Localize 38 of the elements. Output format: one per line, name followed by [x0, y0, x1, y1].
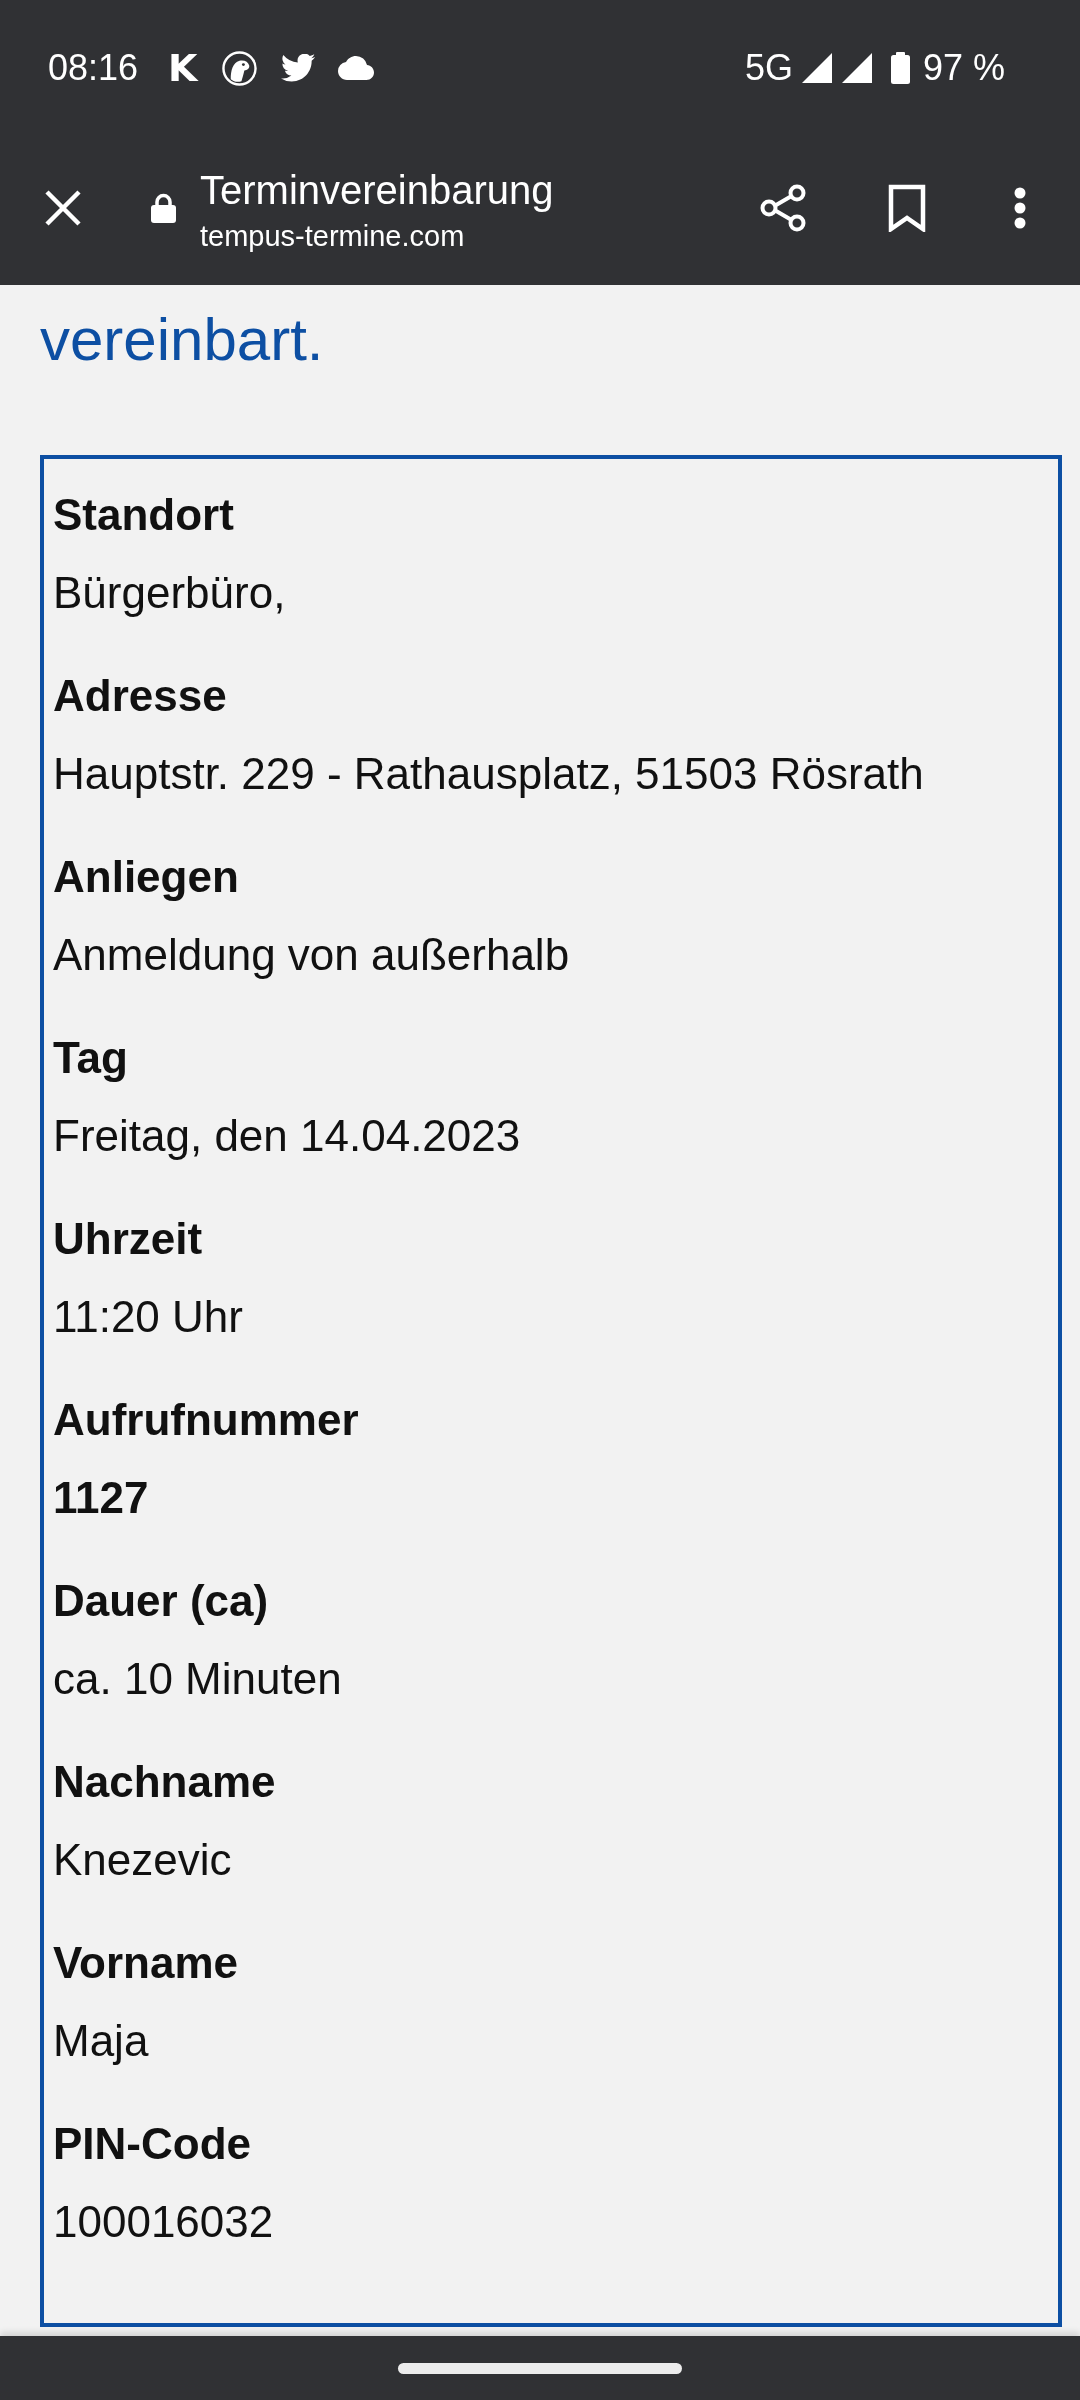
detail-label: Anliegen [53, 851, 239, 903]
signal-icon [841, 53, 872, 83]
bird-icon [280, 54, 316, 82]
detail-value: Bürgerbüro, [53, 567, 286, 619]
detail-value: Hauptstr. 229 - Rathausplatz, 51503 Rösrath [53, 748, 924, 800]
share-icon [759, 183, 807, 232]
cloud-icon [337, 56, 374, 80]
detail-value: 1127 [53, 1472, 149, 1524]
status-time: 08:16 [48, 47, 139, 89]
detail-value: ca. 10 Minuten [53, 1653, 342, 1705]
detail-value: Anmeldung von außerhalb [53, 929, 570, 981]
detail-label: Uhrzeit [53, 1213, 203, 1265]
detail-label: Nachname [53, 1756, 276, 1808]
app-logo: K [168, 48, 198, 88]
detail-value: Maja [53, 2015, 149, 2067]
detail-value: Freitag, den 14.04.2023 [53, 1110, 521, 1162]
detail-label: PIN-Code [53, 2118, 251, 2170]
detail-label: Tag [53, 1032, 128, 1084]
detail-label: Standort [53, 489, 234, 541]
detail-label: Adresse [53, 670, 227, 722]
detail-value: 11:20 Uhr [53, 1291, 243, 1343]
animal-badge-icon [221, 50, 257, 86]
battery-percentage: 97 % [922, 47, 1005, 89]
network-type: 5G [744, 47, 793, 89]
detail-label: Dauer (ca) [53, 1575, 269, 1627]
page-title: Terminvereinbarung [200, 166, 554, 214]
detail-value: 100016032 [53, 2196, 274, 2248]
page-url: tempus-termine.com [200, 218, 466, 254]
battery-icon [890, 52, 910, 84]
intro-text: vereinbart. [40, 305, 324, 375]
detail-label: Aufrufnummer [53, 1394, 359, 1446]
lock-icon [150, 192, 177, 223]
signal-icon [801, 53, 832, 83]
close-icon [45, 189, 81, 226]
bookmark-icon [888, 183, 926, 232]
detail-value: Knezevic [53, 1834, 232, 1886]
more-icon [1014, 186, 1026, 229]
detail-label: Vorname [53, 1937, 239, 1989]
